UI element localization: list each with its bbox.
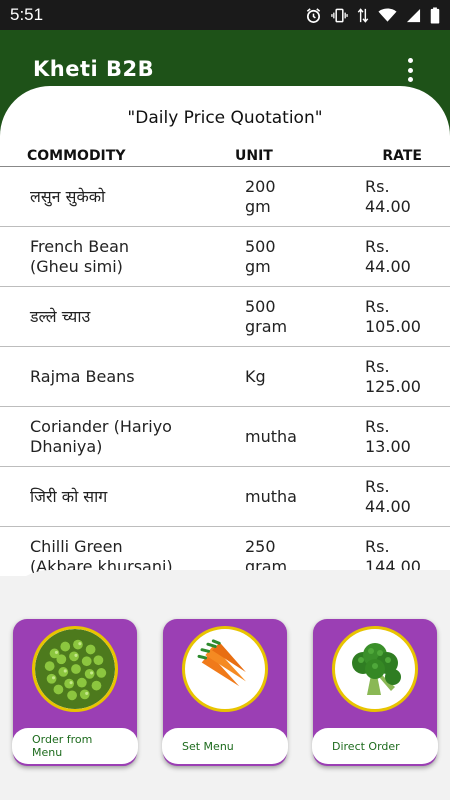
direct-order-button[interactable]: Direct Order <box>312 619 438 766</box>
order-from-menu-button[interactable]: Order from Menu <box>12 619 138 766</box>
cell-rate: Rs. 44.00 <box>365 176 411 216</box>
table-row: Coriander (Hariyo Dhaniya) mutha Rs. 13.… <box>0 407 450 467</box>
carrots-icon <box>182 626 268 712</box>
table-row: जिरी को साग mutha Rs. 44.00 <box>0 467 450 527</box>
vibrate-icon <box>331 8 348 22</box>
table-row: लसुन सुकेको 200 gm Rs. 44.00 <box>0 167 450 227</box>
cell-commodity: लसुन सुकेको <box>30 186 106 206</box>
cell-unit: 500 gram <box>245 296 288 336</box>
column-header-unit: UNIT <box>235 148 273 164</box>
cell-unit: mutha <box>245 486 297 506</box>
set-menu-button[interactable]: Set Menu <box>162 619 288 766</box>
cell-unit: 200 gm <box>245 176 276 216</box>
price-quotation-card: "Daily Price Quotation" COMMODITY UNIT R… <box>0 86 450 576</box>
cell-rate: Rs. 125.00 <box>365 356 421 396</box>
broccoli-icon <box>332 626 418 712</box>
cell-commodity: Rajma Beans <box>30 366 135 386</box>
battery-icon <box>430 6 440 24</box>
table-row: French Bean (Gheu simi) 500 gm Rs. 44.00 <box>0 227 450 287</box>
cell-unit: Kg <box>245 366 266 386</box>
menu-label: Set Menu <box>162 728 288 764</box>
cell-commodity: Coriander (Hariyo Dhaniya) <box>30 416 172 456</box>
cell-rate: Rs. 105.00 <box>365 296 421 336</box>
menu-label: Direct Order <box>312 728 438 764</box>
status-icons <box>305 6 440 24</box>
cell-commodity: डल्ले च्याउ <box>30 306 91 326</box>
column-header-rate: RATE <box>382 148 422 164</box>
wifi-icon <box>378 8 397 22</box>
app-title: Kheti B2B <box>33 57 155 81</box>
table-row: Chilli Green (Akbare khursani) 250 gram … <box>0 527 450 576</box>
green-peas-icon <box>32 626 118 712</box>
quotation-title: "Daily Price Quotation" <box>127 108 323 128</box>
table-header: COMMODITY UNIT RATE <box>0 146 450 166</box>
status-bar: 5:51 <box>0 0 450 30</box>
cell-rate: Rs. 44.00 <box>365 476 411 516</box>
price-table[interactable]: लसुन सुकेको 200 gm Rs. 44.00 French Bean… <box>0 167 450 576</box>
cell-unit: 500 gm <box>245 236 276 276</box>
cell-unit: mutha <box>245 426 297 446</box>
signal-icon <box>406 8 421 22</box>
status-time: 5:51 <box>10 5 44 24</box>
menu-label: Order from Menu <box>12 728 138 764</box>
table-row: डल्ले च्याउ 500 gram Rs. 105.00 <box>0 287 450 347</box>
alarm-icon <box>306 7 321 23</box>
column-header-commodity: COMMODITY <box>27 148 126 164</box>
more-vert-icon[interactable] <box>404 58 416 82</box>
table-row: Rajma Beans Kg Rs. 125.00 <box>0 347 450 407</box>
cell-rate: Rs. 44.00 <box>365 236 411 276</box>
data-updown-icon <box>357 7 369 23</box>
cell-rate: Rs. 13.00 <box>365 416 411 456</box>
cell-commodity: French Bean (Gheu simi) <box>30 236 130 276</box>
cell-commodity: जिरी को साग <box>30 486 108 506</box>
